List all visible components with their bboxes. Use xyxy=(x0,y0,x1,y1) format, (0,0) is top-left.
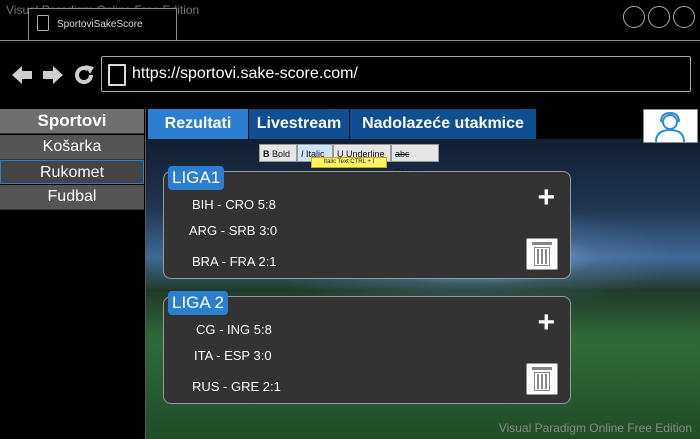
window-button-1[interactable] xyxy=(623,6,645,28)
window-button-2[interactable] xyxy=(648,6,670,28)
arrow-left-icon[interactable] xyxy=(10,63,34,90)
tab-livestream[interactable]: Livestream xyxy=(249,109,350,139)
trash-icon[interactable] xyxy=(526,238,558,270)
match-row: ITA - ESP 3:0 xyxy=(194,348,272,363)
main-content: Rezultati Livestream Nadolazeće utakmice… xyxy=(146,109,700,439)
league-card-1: LIGA1 BIH - CRO 5:8 ARG - SRB 3:0 BRA - … xyxy=(163,166,571,279)
league-title: LIGA1 xyxy=(168,166,225,190)
trash-icon[interactable] xyxy=(526,363,558,395)
bold-button[interactable]: B Bold xyxy=(259,144,297,162)
plus-icon[interactable]: + xyxy=(537,308,555,338)
match-row: RUS - GRE 2:1 xyxy=(192,379,281,394)
match-row: BRA - FRA 2:1 xyxy=(192,254,277,269)
sidebar-item-fudbal[interactable]: Fudbal xyxy=(0,185,144,210)
user-avatar-icon[interactable] xyxy=(643,109,698,143)
document-icon xyxy=(37,15,49,31)
match-row: ARG - SRB 3:0 xyxy=(189,223,278,238)
reload-icon[interactable] xyxy=(72,63,96,90)
sidebar-header-sportovi: Sportovi xyxy=(0,109,144,134)
browser-tab-title: SportoviSakeScore xyxy=(57,19,143,30)
url-bar[interactable]: https://sportovi.sake-score.com/ xyxy=(101,56,691,92)
plus-icon[interactable]: + xyxy=(537,183,555,213)
strike-button[interactable]: abc Striken xyxy=(391,144,439,177)
sidebar-item-kosarka[interactable]: Košarka xyxy=(0,135,144,160)
tab-divider xyxy=(0,40,700,41)
match-row: CG - ING 5:8 xyxy=(196,322,272,337)
italic-tooltip: Italic Text CTRL + I xyxy=(311,157,387,168)
arrow-right-icon[interactable] xyxy=(41,63,65,90)
page-icon xyxy=(108,64,126,86)
browser-tab[interactable]: SportoviSakeScore xyxy=(28,8,177,41)
url-text[interactable]: https://sportovi.sake-score.com/ xyxy=(132,65,358,83)
sidebar: Sportovi Košarka Rukomet Fudbal xyxy=(0,109,146,439)
league-title: LIGA 2 xyxy=(168,291,228,315)
league-card-2: LIGA 2 CG - ING 5:8 ITA - ESP 3:0 RUS - … xyxy=(163,291,571,404)
window-button-3[interactable] xyxy=(673,6,695,28)
watermark-bottom: Visual Paradigm Online Free Edition xyxy=(498,421,692,435)
match-row: BIH - CRO 5:8 xyxy=(192,197,276,212)
sidebar-item-rukomet[interactable]: Rukomet xyxy=(0,160,144,184)
tab-nadolazece-utakmice[interactable]: Nadolazeće utakmice xyxy=(350,109,537,139)
tab-rezultati[interactable]: Rezultati xyxy=(148,109,249,139)
